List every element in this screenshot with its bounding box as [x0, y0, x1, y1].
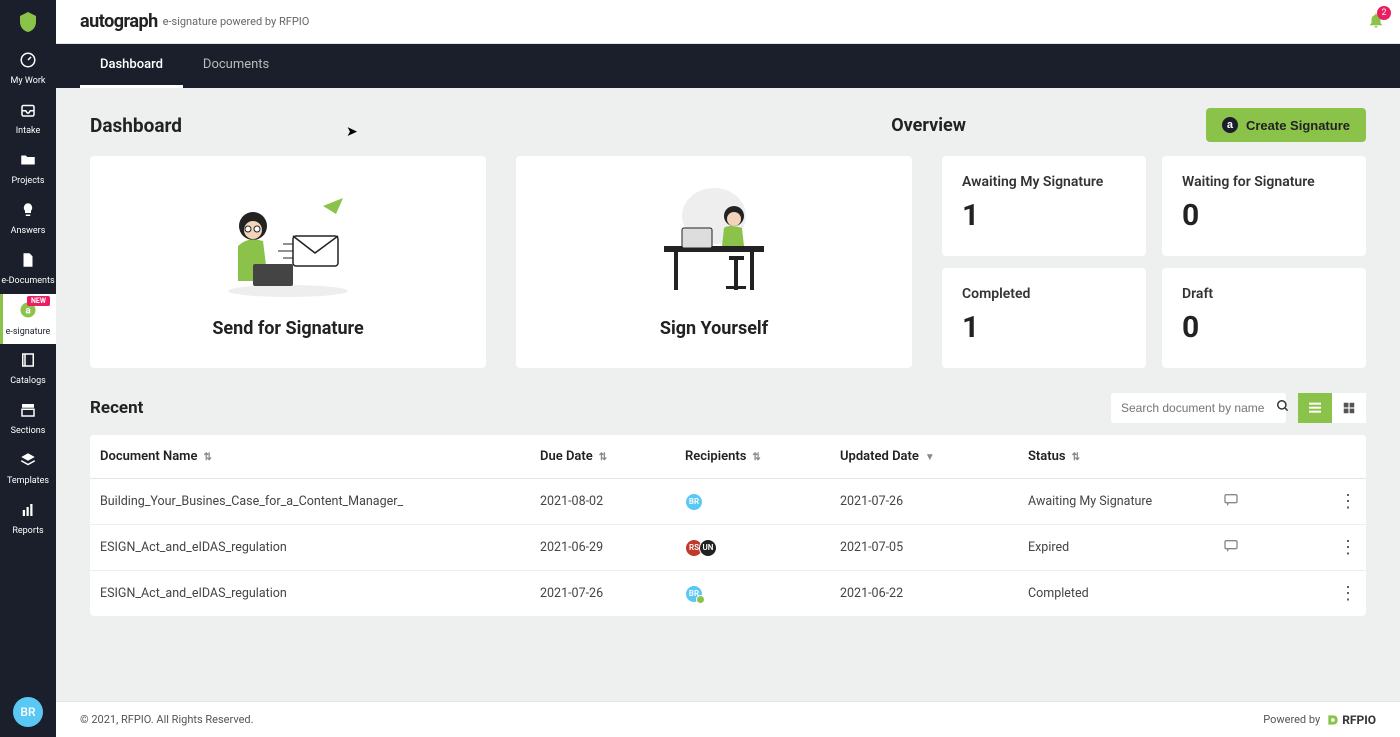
folder-icon: [19, 151, 37, 174]
table-header: Document Name⇅ Due Date⇅ Recipients⇅ Upd…: [90, 435, 1366, 479]
row-menu-button[interactable]: ⋮: [1339, 537, 1357, 558]
notification-count: 2: [1377, 6, 1391, 20]
report-icon: [19, 501, 37, 524]
col-recipients[interactable]: Recipients⇅: [685, 449, 840, 464]
tab-dashboard[interactable]: Dashboard: [80, 44, 183, 88]
brand-subtitle: e-signature powered by RFPIO: [163, 15, 310, 28]
bell-icon: 2: [1367, 10, 1385, 34]
sort-icon: ⇅: [752, 452, 760, 463]
col-status[interactable]: Status⇅: [1028, 449, 1223, 464]
app-sidebar: My WorkIntakeProjectsAnswerse-Documentsa…: [0, 0, 56, 737]
nav-tabs: Dashboard Documents: [56, 44, 1400, 88]
recipients: BR: [685, 585, 840, 603]
due-date: 2021-08-02: [540, 494, 685, 509]
copyright: © 2021, RFPIO. All Rights Reserved.: [80, 713, 254, 726]
sidebar-item-templates[interactable]: Templates: [0, 444, 56, 494]
search-input[interactable]: [1121, 401, 1276, 415]
bulb-icon: [19, 201, 37, 224]
send-illustration: [208, 186, 368, 306]
comment-icon[interactable]: [1223, 494, 1239, 512]
search-icon: [1276, 399, 1290, 417]
layers-icon: [19, 451, 37, 474]
sidebar-item-intake[interactable]: Intake: [0, 94, 56, 144]
recipient-avatar: BR: [685, 585, 703, 603]
book-icon: [19, 351, 37, 374]
send-card-title: Send for Signature: [212, 318, 363, 339]
page-title: Dashboard: [90, 114, 182, 137]
col-due-date[interactable]: Due Date⇅: [540, 449, 685, 464]
sign-card-title: Sign Yourself: [660, 318, 768, 339]
app-logo[interactable]: [0, 0, 56, 44]
sign-yourself-card[interactable]: Sign Yourself: [516, 156, 912, 368]
sign-illustration: [634, 186, 794, 306]
sidebar-item-catalogs[interactable]: Catalogs: [0, 344, 56, 394]
table-row[interactable]: ESIGN_Act_and_eIDAS_regulation2021-06-29…: [90, 525, 1366, 571]
stat-waiting-for-signature[interactable]: Waiting for Signature 0: [1162, 156, 1366, 256]
signature-icon: a: [1222, 117, 1238, 133]
table-row[interactable]: Building_Your_Busines_Case_for_a_Content…: [90, 479, 1366, 525]
due-date: 2021-07-26: [540, 586, 685, 601]
sidebar-item-reports[interactable]: Reports: [0, 494, 56, 544]
section-icon: [19, 401, 37, 424]
col-updated-date[interactable]: Updated Date▼: [840, 449, 1028, 464]
sort-icon: ⇅: [1072, 452, 1080, 463]
col-document-name[interactable]: Document Name⇅: [100, 449, 540, 464]
doc-name: ESIGN_Act_and_eIDAS_regulation: [100, 540, 540, 555]
footer: © 2021, RFPIO. All Rights Reserved. Powe…: [56, 701, 1400, 737]
sort-icon: ⇅: [203, 452, 211, 463]
inbox-icon: [19, 101, 37, 124]
gauge-icon: [19, 51, 37, 74]
new-badge: NEW: [27, 296, 50, 306]
grid-view-button[interactable]: [1332, 393, 1366, 423]
stat-completed[interactable]: Completed 1: [942, 268, 1146, 368]
updated-date: 2021-07-05: [840, 540, 1028, 555]
comment-icon[interactable]: [1223, 540, 1239, 558]
status: Awaiting My Signature: [1028, 494, 1223, 509]
sort-icon: ▼: [925, 452, 935, 463]
sort-icon: ⇅: [599, 452, 607, 463]
tab-documents[interactable]: Documents: [183, 44, 289, 88]
rfpio-logo: RFPIO: [1326, 713, 1376, 727]
create-signature-button[interactable]: a Create Signature: [1206, 108, 1366, 142]
recipient-avatar: UN: [699, 539, 717, 557]
doc-name: ESIGN_Act_and_eIDAS_regulation: [100, 586, 540, 601]
due-date: 2021-06-29: [540, 540, 685, 555]
stat-awaiting-my-signature[interactable]: Awaiting My Signature 1: [942, 156, 1146, 256]
row-menu-button[interactable]: ⋮: [1339, 491, 1357, 512]
recipients: BR: [685, 493, 840, 511]
recent-heading: Recent: [90, 398, 143, 418]
notification-bell[interactable]: 2: [1367, 10, 1385, 34]
doc-name: Building_Your_Busines_Case_for_a_Content…: [100, 494, 540, 509]
documents-table: Document Name⇅ Due Date⇅ Recipients⇅ Upd…: [90, 435, 1366, 616]
top-bar: autograph e-signature powered by RFPIO 2: [56, 0, 1400, 44]
list-view-button[interactable]: [1298, 393, 1332, 423]
svg-text:a: a: [25, 305, 31, 316]
search-input-wrapper[interactable]: [1111, 393, 1286, 423]
recipients: RSUN: [685, 539, 840, 557]
sidebar-item-my-work[interactable]: My Work: [0, 44, 56, 94]
view-toggle: [1298, 393, 1366, 423]
updated-date: 2021-07-26: [840, 494, 1028, 509]
status: Completed: [1028, 586, 1223, 601]
table-row[interactable]: ESIGN_Act_and_eIDAS_regulation2021-07-26…: [90, 571, 1366, 616]
sidebar-item-answers[interactable]: Answers: [0, 194, 56, 244]
sidebar-item-projects[interactable]: Projects: [0, 144, 56, 194]
doc-icon: [19, 251, 37, 274]
updated-date: 2021-06-22: [840, 586, 1028, 601]
sidebar-item-e-documents[interactable]: e-Documents: [0, 244, 56, 294]
sidebar-item-sections[interactable]: Sections: [0, 394, 56, 444]
status: Expired: [1028, 540, 1223, 555]
user-avatar[interactable]: BR: [13, 697, 43, 727]
row-menu-button[interactable]: ⋮: [1339, 583, 1357, 604]
stat-draft[interactable]: Draft 0: [1162, 268, 1366, 368]
send-for-signature-card[interactable]: Send for Signature: [90, 156, 486, 368]
recipient-avatar: BR: [685, 493, 703, 511]
powered-by-label: Powered by: [1263, 713, 1320, 726]
brand-name: autograph: [80, 11, 158, 32]
overview-heading: Overview: [891, 115, 966, 136]
sidebar-item-e-signature[interactable]: ae-signatureNEW: [0, 294, 56, 344]
